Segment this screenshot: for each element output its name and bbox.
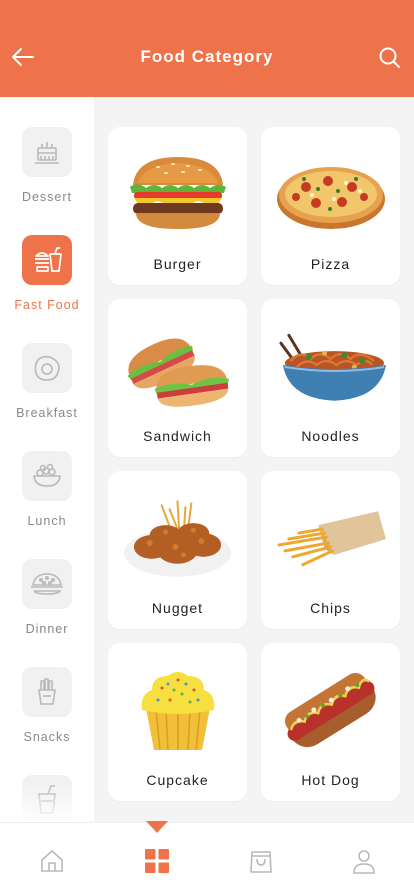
sidebar-item-snacks[interactable]: Snacks bbox=[0, 667, 94, 767]
food-name: Hot Dog bbox=[301, 772, 360, 788]
sidebar-item-lunch[interactable]: Lunch bbox=[0, 451, 94, 551]
food-card-chips[interactable]: Chips bbox=[261, 471, 400, 629]
food-name: Pizza bbox=[310, 256, 351, 272]
sidebar-item-label: Dinner bbox=[25, 622, 69, 636]
cupcake-image bbox=[122, 661, 233, 761]
category-sidebar: Dessert Fast Food Breakfast Lunch Dinner… bbox=[0, 97, 94, 825]
cake-icon bbox=[35, 142, 59, 164]
hot-dog-image bbox=[275, 661, 386, 761]
food-name: Chips bbox=[310, 600, 351, 616]
sandwich-image bbox=[122, 317, 233, 417]
salad-bowl-icon bbox=[33, 463, 61, 487]
food-card-cupcake[interactable]: Cupcake bbox=[108, 643, 247, 801]
food-name: Noodles bbox=[301, 428, 360, 444]
sidebar-item-label: Lunch bbox=[27, 514, 67, 528]
profile-tab[interactable] bbox=[350, 847, 378, 875]
bottom-navigation bbox=[0, 821, 414, 896]
sidebar-item-label: Dessert bbox=[21, 190, 73, 204]
page-title: Food Category bbox=[140, 47, 274, 66]
search-icon[interactable] bbox=[378, 46, 402, 70]
food-name: Burger bbox=[153, 256, 202, 272]
category-tile bbox=[22, 559, 72, 609]
category-tile bbox=[22, 667, 72, 717]
food-card-sandwich[interactable]: Sandwich bbox=[108, 299, 247, 457]
grid-icon bbox=[145, 849, 169, 873]
food-name: Nugget bbox=[151, 600, 204, 616]
egg-icon bbox=[34, 355, 60, 381]
chips-image bbox=[275, 489, 386, 589]
food-card-burger[interactable]: Burger bbox=[108, 127, 247, 285]
fries-icon bbox=[38, 678, 56, 705]
category-tile bbox=[22, 235, 72, 285]
food-card-hot-dog[interactable]: Hot Dog bbox=[261, 643, 400, 801]
food-card-pizza[interactable]: Pizza bbox=[261, 127, 400, 285]
food-name: Cupcake bbox=[146, 772, 209, 788]
home-tab[interactable] bbox=[38, 847, 66, 875]
cart-tab[interactable] bbox=[247, 847, 275, 875]
food-grid: Burger Pizza Sandwich Noodles Nugget Chi… bbox=[94, 97, 414, 822]
sidebar-item-breakfast[interactable]: Breakfast bbox=[0, 343, 94, 443]
category-tab[interactable] bbox=[143, 847, 171, 875]
fast-food-icon bbox=[35, 247, 62, 272]
sidebar-item-label: Snacks bbox=[23, 730, 71, 744]
category-tile bbox=[22, 451, 72, 501]
shopping-bag-icon bbox=[250, 851, 272, 873]
sidebar-item-fast-food[interactable]: Fast Food bbox=[0, 235, 94, 335]
category-tile bbox=[22, 127, 72, 177]
sidebar-item-dessert[interactable]: Dessert bbox=[0, 127, 94, 227]
home-icon bbox=[41, 850, 63, 872]
dinner-plate-icon bbox=[31, 573, 63, 595]
sidebar-item-label: Fast Food bbox=[14, 298, 80, 312]
category-tile bbox=[22, 775, 72, 825]
burger-image bbox=[122, 145, 233, 245]
food-card-nugget[interactable]: Nugget bbox=[108, 471, 247, 629]
food-name: Sandwich bbox=[143, 428, 212, 444]
drink-cup-icon bbox=[38, 785, 56, 814]
pizza-image bbox=[275, 145, 386, 245]
profile-icon bbox=[353, 850, 375, 874]
active-tab-indicator bbox=[146, 821, 168, 833]
nugget-image bbox=[122, 489, 233, 589]
category-tile bbox=[22, 343, 72, 393]
sidebar-item-label: Breakfast bbox=[16, 406, 78, 420]
food-card-noodles[interactable]: Noodles bbox=[261, 299, 400, 457]
sidebar-item-dinner[interactable]: Dinner bbox=[0, 559, 94, 659]
app-header: Food Category bbox=[0, 0, 414, 97]
noodles-image bbox=[275, 317, 386, 417]
